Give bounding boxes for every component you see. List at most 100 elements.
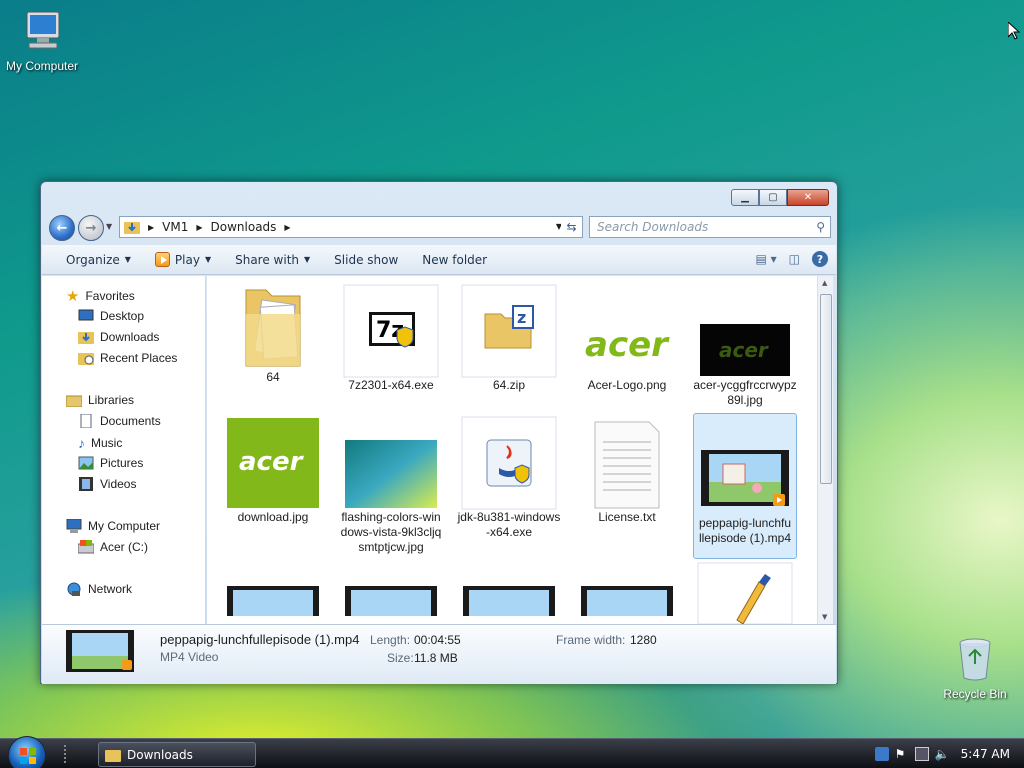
taskbar-button-downloads[interactable]: Downloads (98, 742, 256, 767)
forward-button[interactable]: → (78, 215, 104, 241)
preview-pane-icon[interactable]: ◫ (789, 252, 800, 266)
mouse-cursor-icon (1008, 22, 1020, 40)
video-thumbnail (66, 630, 134, 672)
image-thumbnail: acer (700, 324, 790, 376)
svg-text:acer: acer (719, 338, 769, 362)
downloads-folder-icon (124, 222, 140, 234)
pictures-icon (78, 456, 94, 470)
chevron-down-icon: ▼ (204, 255, 212, 264)
breadcrumb-separator-icon[interactable]: ▶ (284, 223, 290, 232)
file-item[interactable]: acer Acer-Logo.png (575, 284, 679, 393)
vertical-scrollbar[interactable]: ▲ ▼ (817, 276, 833, 624)
breadcrumb-separator-icon[interactable]: ▶ (148, 223, 154, 232)
maximize-button[interactable]: ▢ (759, 189, 787, 206)
share-with-label: Share with (235, 252, 300, 267)
search-icon[interactable]: ⚲ (816, 220, 825, 234)
action-center-flag-icon[interactable]: ⚑ (895, 747, 909, 761)
java-installer-icon (461, 416, 557, 510)
nav-desktop[interactable]: Desktop (78, 309, 144, 323)
nav-my-computer[interactable]: My Computer (66, 519, 160, 533)
nav-drive-c[interactable]: Acer (C:) (78, 540, 148, 554)
nav-label: Music (91, 436, 123, 450)
nav-network[interactable]: Network (66, 582, 132, 596)
file-name: 64 (266, 370, 280, 384)
navigation-bar: ← → ▼ ▶ VM1 ▶ Downloads ▶ ▼ ⇆ Search Dow… (49, 215, 831, 241)
organize-button[interactable]: Organize ▼ (54, 253, 143, 267)
search-input[interactable]: Search Downloads ⚲ (589, 216, 831, 238)
nav-label: Videos (100, 477, 137, 491)
file-item-selected[interactable]: peppapig-lunchfullepisode (1).mp4 (693, 413, 797, 559)
nav-documents[interactable]: Documents (78, 414, 161, 428)
nav-pictures[interactable]: Pictures (78, 456, 143, 470)
quick-launch-grip-icon (64, 745, 70, 763)
breadcrumb-separator-icon[interactable]: ▶ (196, 223, 202, 232)
desktop-icon-recycle-bin[interactable]: Recycle Bin (933, 636, 1017, 701)
back-button[interactable]: ← (49, 215, 75, 241)
breadcrumb-folder[interactable]: Downloads (211, 220, 277, 234)
details-file-type: MP4 Video (160, 650, 219, 664)
nav-libraries[interactable]: Libraries (66, 393, 134, 407)
recent-pages-dropdown-icon[interactable]: ▼ (106, 222, 112, 231)
minimize-button[interactable]: ▁ (731, 189, 759, 206)
details-pane: peppapig-lunchfullepisode (1).mp4 MP4 Vi… (42, 624, 836, 684)
file-name: download.jpg (237, 510, 309, 524)
network-status-icon[interactable] (914, 747, 929, 761)
svg-text:acer: acer (585, 325, 670, 365)
nav-favorites[interactable]: ★ Favorites (66, 287, 135, 305)
video-thumbnail (463, 586, 555, 616)
music-icon: ♪ (78, 435, 85, 451)
chevron-down-icon: ▼ (304, 255, 311, 264)
downloads-folder-icon (78, 332, 94, 344)
file-item[interactable]: jdk-8u381-windows-x64.exe (457, 416, 561, 540)
play-button[interactable]: Play ▼ (143, 252, 223, 267)
file-item[interactable]: 7z 7z2301-x64.exe (339, 284, 443, 393)
organize-label: Organize (66, 252, 120, 267)
navigation-pane: ★ Favorites Desktop Downloads Recent Plac… (42, 276, 206, 624)
play-icon (154, 252, 170, 267)
breadcrumb-root[interactable]: VM1 (162, 220, 188, 234)
file-name: 7z2301-x64.exe (348, 378, 434, 392)
help-icon[interactable]: ? (812, 251, 828, 267)
change-view-icon[interactable]: ▤ ▾ (755, 252, 776, 266)
windows-update-icon[interactable] (874, 747, 889, 761)
file-item[interactable]: flashing-colors-windows-vista-9kl3cljqsm… (339, 416, 443, 555)
scroll-down-icon[interactable]: ▼ (822, 613, 827, 621)
details-size-label: Size: (387, 651, 414, 665)
file-item[interactable]: acer acer-ycggfrccrwypz89l.jpg (693, 284, 797, 408)
desktop-icon-my-computer[interactable]: My Computer (0, 10, 84, 73)
file-item[interactable]: 64 (221, 284, 325, 385)
network-icon (67, 582, 81, 596)
share-with-button[interactable]: Share with ▼ (223, 253, 322, 267)
play-label: Play (174, 252, 200, 267)
7zip-installer-icon: 7z (343, 284, 439, 378)
file-item[interactable]: z 64.zip (457, 284, 561, 393)
start-button[interactable] (8, 736, 46, 768)
taskbar: Downloads ⚑ 🔈 5:47 AM (0, 736, 1024, 768)
search-placeholder: Search Downloads (597, 220, 709, 234)
computer-icon (26, 11, 60, 49)
desktop-icon (78, 309, 94, 321)
video-thumbnail (227, 586, 319, 616)
nav-label: Recent Places (100, 351, 178, 365)
volume-muted-icon[interactable]: 🔈 (935, 747, 950, 761)
file-item[interactable]: License.txt (575, 416, 679, 525)
paint-file-icon (697, 562, 793, 624)
scroll-up-icon[interactable]: ▲ (822, 279, 827, 287)
file-item[interactable]: acer download.jpg (221, 416, 325, 525)
new-folder-button[interactable]: New folder (410, 253, 499, 267)
details-length-value: 00:04:55 (414, 633, 461, 647)
file-name: Acer-Logo.png (587, 378, 667, 392)
nav-music[interactable]: ♪ Music (78, 435, 122, 451)
refresh-button[interactable]: ⇆ (561, 216, 583, 238)
slide-show-button[interactable]: Slide show (322, 253, 410, 267)
clock[interactable]: 5:47 AM (961, 747, 1010, 761)
nav-videos[interactable]: Videos (78, 477, 136, 491)
nav-downloads[interactable]: Downloads (78, 330, 159, 344)
image-thumbnail: acer (227, 418, 319, 508)
details-frame-label: Frame width: (556, 633, 626, 647)
nav-recent-places[interactable]: Recent Places (78, 351, 177, 365)
scrollbar-thumb[interactable] (820, 294, 832, 484)
text-file-icon (594, 421, 660, 509)
close-button[interactable]: ✕ (787, 189, 829, 206)
address-bar[interactable]: ▶ VM1 ▶ Downloads ▶ ▼ (119, 216, 569, 238)
